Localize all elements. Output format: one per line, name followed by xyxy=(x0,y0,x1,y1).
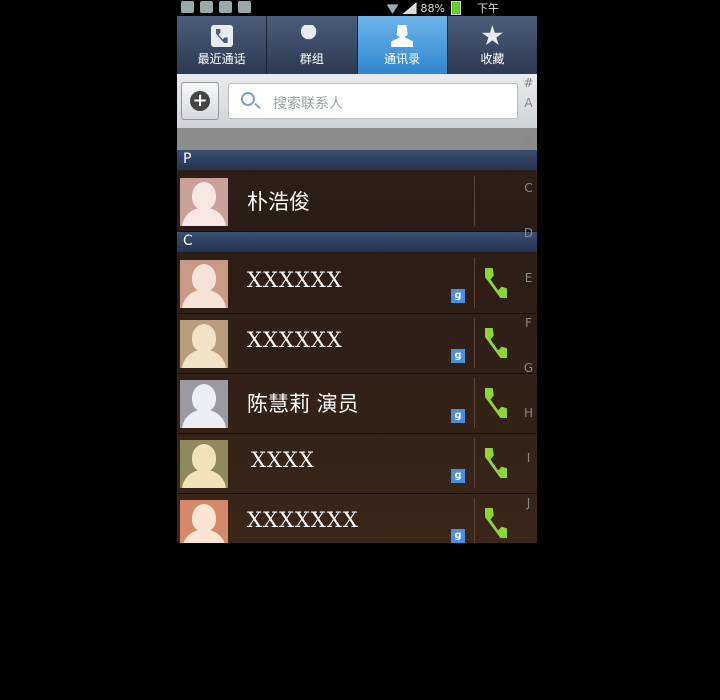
tab-label: 收藏 xyxy=(480,52,505,66)
contact-name: 朴浩俊 xyxy=(247,190,310,214)
section-header-p: P xyxy=(177,150,537,170)
mail-notification-icon xyxy=(219,1,232,13)
tab-recent-calls[interactable]: 最近通话 xyxy=(177,16,268,74)
contact-row[interactable]: 朴浩俊 xyxy=(177,172,537,232)
avatar xyxy=(180,500,228,543)
avatar xyxy=(180,260,228,308)
index-letter[interactable]: J xyxy=(520,496,537,541)
row-divider xyxy=(474,176,475,226)
contacts-screen: 88% 下午 最近通话 群组 通讯录 收藏 + 搜索联系人 P 朴浩俊 C XX… xyxy=(177,0,537,543)
index-letter[interactable]: F xyxy=(520,316,537,361)
contact-row[interactable]: XXXXXX g xyxy=(177,254,537,314)
google-account-icon: g xyxy=(451,529,465,543)
section-letter: P xyxy=(183,151,192,167)
wifi-icon xyxy=(386,4,399,14)
battery-percent: 88% xyxy=(420,1,445,15)
plus-icon: + xyxy=(190,91,210,111)
battery-icon xyxy=(451,1,461,15)
call-icon[interactable] xyxy=(485,328,507,358)
contact-name: XXXX xyxy=(251,448,315,472)
add-contact-button[interactable]: + xyxy=(181,82,219,120)
index-letter[interactable]: A xyxy=(520,96,537,136)
google-account-icon: g xyxy=(451,409,465,423)
avatar xyxy=(180,178,228,226)
notification-icons xyxy=(181,1,251,13)
avatar xyxy=(180,380,228,428)
index-letter[interactable]: I xyxy=(520,451,537,496)
index-letter[interactable]: C xyxy=(520,181,537,226)
google-account-icon: g xyxy=(451,349,465,363)
index-letter[interactable]: E xyxy=(520,271,537,316)
search-bar: + 搜索联系人 xyxy=(177,74,537,128)
row-divider xyxy=(474,258,475,308)
signal-icon xyxy=(402,2,417,14)
image-notification-icon xyxy=(200,1,213,13)
update-notification-icon xyxy=(238,1,251,13)
index-letter[interactable]: H xyxy=(520,406,537,451)
contact-name: XXXXXX xyxy=(247,268,343,292)
row-divider xyxy=(474,438,475,488)
star-icon xyxy=(481,25,503,46)
contact-name: XXXXXXX xyxy=(247,508,359,532)
call-icon[interactable] xyxy=(485,448,507,478)
tab-bar: 最近通话 群组 通讯录 收藏 xyxy=(177,16,537,74)
row-divider xyxy=(474,498,475,543)
tab-label: 群组 xyxy=(299,52,324,66)
tab-groups[interactable]: 群组 xyxy=(267,16,358,74)
call-icon[interactable] xyxy=(485,388,507,418)
phone-icon xyxy=(210,25,233,47)
app-notification-icon xyxy=(181,1,194,13)
google-account-icon: g xyxy=(451,469,465,483)
google-account-icon: g xyxy=(451,289,465,303)
row-divider xyxy=(474,318,475,368)
avatar xyxy=(180,320,228,368)
contact-icon xyxy=(391,25,414,47)
call-icon[interactable] xyxy=(485,508,507,538)
divider-band xyxy=(177,128,537,150)
call-icon[interactable] xyxy=(485,268,507,298)
status-bar: 88% 下午 xyxy=(177,0,537,16)
alphabet-index[interactable]: # A B C D E F G H I J xyxy=(520,76,537,541)
tab-contacts[interactable]: 通讯录 xyxy=(357,16,448,74)
contact-row[interactable]: XXXX g xyxy=(177,434,537,494)
tab-label: 最近通话 xyxy=(197,52,246,66)
contact-name: XXXXXX xyxy=(247,328,343,352)
section-header-c: C xyxy=(177,232,537,252)
index-letter[interactable]: G xyxy=(520,361,537,406)
index-letter[interactable]: # xyxy=(520,76,537,96)
search-input[interactable]: 搜索联系人 xyxy=(228,83,518,119)
contact-name: 陈慧莉 演员 xyxy=(247,392,359,416)
contact-row[interactable]: XXXXXX g xyxy=(177,314,537,374)
contact-row[interactable]: XXXXXXX g xyxy=(177,494,537,543)
row-divider xyxy=(474,378,475,428)
index-letter[interactable]: D xyxy=(520,226,537,271)
avatar xyxy=(180,440,228,488)
tab-label: 通讯录 xyxy=(384,52,421,66)
search-placeholder: 搜索联系人 xyxy=(273,96,343,112)
status-time: 下午 xyxy=(477,2,499,15)
index-letter[interactable]: B xyxy=(520,136,537,181)
tab-favorites[interactable]: 收藏 xyxy=(448,16,537,74)
contact-row[interactable]: 陈慧莉 演员 g xyxy=(177,374,537,434)
section-letter: C xyxy=(183,233,193,249)
search-icon xyxy=(241,92,255,106)
group-icon xyxy=(300,25,317,40)
